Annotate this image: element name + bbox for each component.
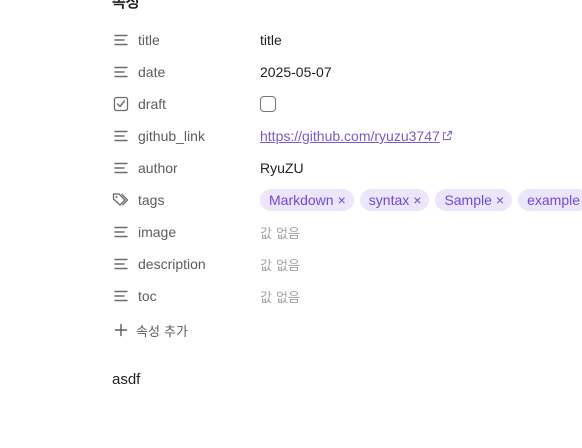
- text-lines-icon: [112, 127, 130, 145]
- property-name: description: [138, 256, 206, 272]
- property-name: author: [138, 160, 178, 176]
- property-row-date: date 2025-05-07: [112, 56, 582, 88]
- text-lines-icon: [112, 223, 130, 241]
- property-value-title[interactable]: title: [260, 32, 282, 48]
- property-value-toc[interactable]: 값 없음: [260, 287, 300, 306]
- add-property-label: 속성 추가: [136, 324, 188, 340]
- property-key-author[interactable]: author: [112, 159, 260, 177]
- property-name: toc: [138, 288, 157, 304]
- property-name: draft: [138, 96, 167, 112]
- tag-pill[interactable]: example: [518, 189, 582, 211]
- plus-icon: [112, 321, 130, 339]
- property-key-image[interactable]: image: [112, 223, 260, 241]
- property-value-description[interactable]: 값 없음: [260, 255, 300, 274]
- tag-pill[interactable]: Sample ×: [435, 189, 513, 211]
- property-row-image: image 값 없음: [112, 216, 582, 248]
- tag-label: syntax: [368, 192, 410, 208]
- tag-label: example: [527, 192, 581, 208]
- property-key-date[interactable]: date: [112, 63, 260, 81]
- property-key-title[interactable]: title: [112, 31, 260, 49]
- property-value-tags: Markdown × syntax × Sample × example: [260, 189, 582, 211]
- property-row-github-link: github_link https://github.com/ryuzu3747: [112, 120, 582, 152]
- tag-label: Sample: [444, 192, 492, 208]
- tag-remove-icon[interactable]: ×: [413, 193, 421, 207]
- property-key-description[interactable]: description: [112, 255, 260, 273]
- property-value-date[interactable]: 2025-05-07: [260, 64, 332, 80]
- tag-label: Markdown: [269, 192, 334, 208]
- text-lines-icon: [112, 255, 130, 273]
- property-row-author: author RyuZU: [112, 152, 582, 184]
- property-value-github-link: https://github.com/ryuzu3747: [260, 128, 453, 144]
- property-value-author[interactable]: RyuZU: [260, 160, 304, 176]
- tag-pill[interactable]: Markdown ×: [260, 189, 354, 211]
- draft-checkbox[interactable]: [260, 96, 276, 112]
- text-lines-icon: [112, 287, 130, 305]
- property-key-toc[interactable]: toc: [112, 287, 260, 305]
- note-body-text[interactable]: asdf: [112, 371, 140, 388]
- property-name: github_link: [138, 128, 205, 144]
- property-row-draft: draft: [112, 88, 582, 120]
- property-key-draft[interactable]: draft: [112, 95, 260, 113]
- property-row-description: description 값 없음: [112, 248, 582, 280]
- properties-list: title title date 2025-05-07 draft github…: [112, 24, 582, 312]
- text-lines-icon: [112, 63, 130, 81]
- properties-heading: 속성: [112, 0, 140, 11]
- property-key-tags[interactable]: tags: [112, 191, 260, 209]
- add-property-button[interactable]: 속성 추가: [112, 316, 188, 344]
- property-value-image[interactable]: 값 없음: [260, 223, 300, 242]
- property-name: tags: [138, 192, 165, 208]
- property-name: date: [138, 64, 166, 80]
- tag-pill[interactable]: syntax ×: [359, 189, 430, 211]
- property-key-github-link[interactable]: github_link: [112, 127, 260, 145]
- tag-remove-icon[interactable]: ×: [338, 193, 346, 207]
- property-name: title: [138, 32, 160, 48]
- external-link-icon[interactable]: [442, 128, 453, 144]
- property-row-toc: toc 값 없음: [112, 280, 582, 312]
- text-lines-icon: [112, 159, 130, 177]
- property-row-tags: tags Markdown × syntax × Sample × example: [112, 184, 582, 216]
- checkbox-checked-icon: [112, 95, 130, 113]
- github-link[interactable]: https://github.com/ryuzu3747: [260, 128, 440, 144]
- tag-remove-icon[interactable]: ×: [496, 193, 504, 207]
- property-name: image: [138, 224, 177, 240]
- property-value-draft: [260, 96, 276, 112]
- property-row-title: title title: [112, 24, 582, 56]
- text-lines-icon: [112, 31, 130, 49]
- tags-icon: [112, 191, 130, 209]
